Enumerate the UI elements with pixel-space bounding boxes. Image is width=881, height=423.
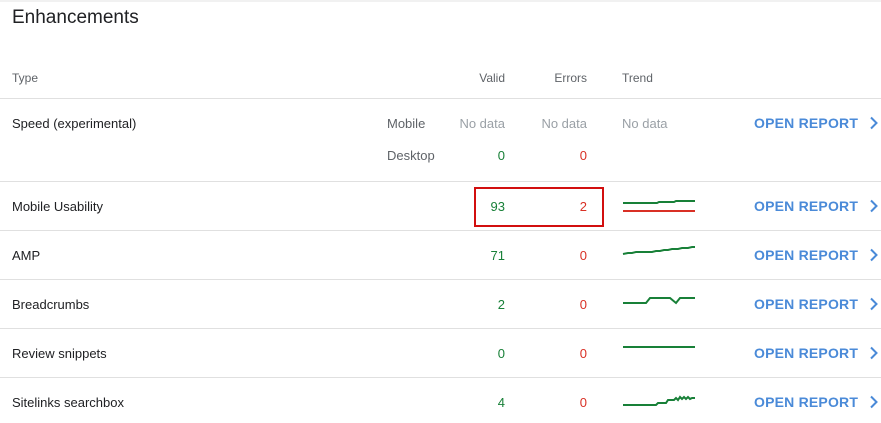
row-divider [0, 328, 881, 329]
open-report-button-amp[interactable]: OPEN REPORT [754, 247, 879, 263]
row-label-sitelinks-searchbox: Sitelinks searchbox [12, 395, 124, 410]
trend-sparkline-sitelinks-searchbox [623, 395, 695, 406]
chevron-right-icon [870, 199, 879, 213]
row-divider [0, 230, 881, 231]
open-report-button-review-snippets[interactable]: OPEN REPORT [754, 345, 879, 361]
sitelinks-searchbox-valid: 4 [497, 395, 505, 410]
open-report-button-breadcrumbs[interactable]: OPEN REPORT [754, 296, 879, 312]
chevron-right-icon [870, 346, 879, 360]
breadcrumbs-errors: 0 [579, 297, 587, 312]
row-label-review-snippets: Review snippets [12, 346, 107, 361]
breadcrumbs-valid: 2 [497, 297, 505, 312]
open-report-label: OPEN REPORT [754, 115, 859, 131]
open-report-label: OPEN REPORT [754, 345, 859, 361]
open-report-label: OPEN REPORT [754, 247, 859, 263]
open-report-button-speed[interactable]: OPEN REPORT [754, 115, 879, 131]
open-report-button-mobile-usability[interactable]: OPEN REPORT [754, 198, 879, 214]
speed-desktop-label: Desktop [387, 148, 435, 163]
trend-sparkline-amp [622, 246, 695, 255]
column-header-trend: Trend [622, 71, 653, 85]
row-label-mobile-usability: Mobile Usability [12, 199, 104, 214]
review-snippets-valid: 0 [497, 346, 505, 361]
speed-mobile-valid: No data [459, 116, 505, 131]
row-divider [0, 181, 881, 182]
trend-sparkline-review-snippets [623, 346, 695, 348]
top-edge [0, 0, 881, 2]
row-label-amp: AMP [12, 248, 41, 263]
page-title: Enhancements [12, 7, 139, 28]
column-header-valid: Valid [479, 71, 505, 85]
row-divider [0, 279, 881, 280]
chevron-right-icon [870, 116, 879, 130]
column-header-type: Type [12, 71, 39, 85]
review-snippets-errors: 0 [579, 346, 587, 361]
open-report-label: OPEN REPORT [754, 296, 859, 312]
open-report-label: OPEN REPORT [754, 394, 859, 410]
row-label-speed: Speed (experimental) [12, 116, 137, 131]
header-divider [0, 98, 881, 99]
sitelinks-searchbox-errors: 0 [579, 395, 587, 410]
amp-errors: 0 [579, 248, 587, 263]
row-label-breadcrumbs: Breadcrumbs [12, 297, 90, 312]
speed-desktop-valid: 0 [497, 148, 505, 163]
highlight-box [474, 187, 604, 227]
open-report-button-sitelinks-searchbox[interactable]: OPEN REPORT [754, 394, 879, 410]
amp-valid: 71 [490, 248, 505, 263]
trend-sparkline-mobile-usability [623, 200, 695, 212]
trend-sparkline-breadcrumbs [623, 297, 695, 305]
row-divider [0, 377, 881, 378]
column-header-errors: Errors [554, 71, 587, 85]
speed-mobile-trend: No data [622, 116, 668, 131]
chevron-right-icon [870, 248, 879, 262]
speed-mobile-label: Mobile [387, 116, 426, 131]
speed-mobile-errors: No data [541, 116, 587, 131]
open-report-label: OPEN REPORT [754, 198, 859, 214]
speed-desktop-errors: 0 [579, 148, 587, 163]
chevron-right-icon [870, 297, 879, 311]
chevron-right-icon [870, 395, 879, 409]
